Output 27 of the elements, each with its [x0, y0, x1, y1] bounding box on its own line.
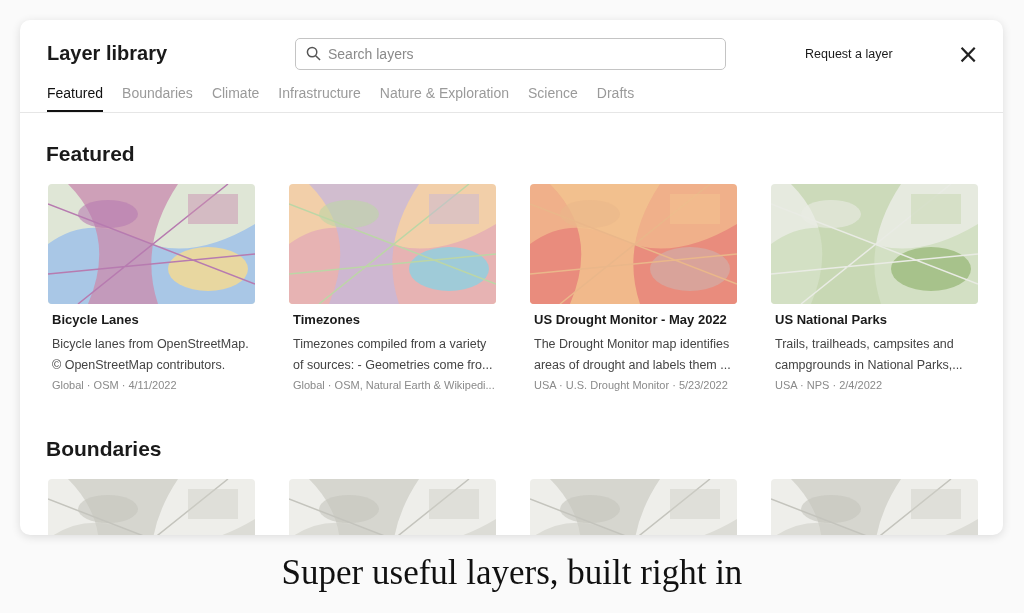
tab[interactable]: Climate	[211, 82, 260, 112]
caption: Super useful layers, built right in	[280, 553, 744, 593]
close-button[interactable]: ×	[955, 40, 981, 67]
tab[interactable]: Science	[528, 82, 578, 112]
layer-title: US National Parks	[775, 312, 888, 327]
section-heading: Boundaries	[46, 437, 163, 461]
tab[interactable]: Nature & Exploration	[379, 82, 509, 112]
layer-title: US Drought Monitor - May 2022	[534, 312, 728, 327]
tab[interactable]: Boundaries	[122, 82, 193, 112]
layer-meta: USA · U.S. Drought Monitor · 5/23/2022	[534, 379, 729, 391]
tab[interactable]: Drafts	[596, 82, 635, 112]
layer-meta: USA · NPS · 2/4/2022	[775, 379, 883, 391]
layer-description: The Drought Monitor map identifies areas of drought and labels them ...	[534, 336, 732, 374]
dialog-title: Layer library	[47, 42, 169, 65]
search-icon	[306, 45, 321, 61]
layer-meta: Global · OSM · 4/11/2022	[52, 379, 178, 391]
layer-title: Bicycle Lanes	[52, 312, 140, 327]
layer-meta: Global · OSM, Natural Earth & Wikipedi...	[293, 379, 496, 391]
layer-title: Timezones	[293, 312, 361, 327]
layer-description: Timezones compiled from a variety of sources: - Geometries come fro...	[293, 336, 494, 374]
layer-description: Bicycle lanes from OpenStreetMap. © OpenStreetMap contributors.	[52, 336, 250, 374]
tab[interactable]: Infrastructure	[278, 82, 361, 112]
section-heading: Featured	[46, 142, 136, 166]
layer-description: Trails, trailheads, campsites and campgrounds in National Parks,...	[775, 336, 964, 374]
search-field[interactable]: Search layers	[295, 37, 726, 70]
request-layer-link[interactable]: Request a layer	[805, 46, 893, 61]
tab[interactable]: Featured	[47, 82, 104, 112]
